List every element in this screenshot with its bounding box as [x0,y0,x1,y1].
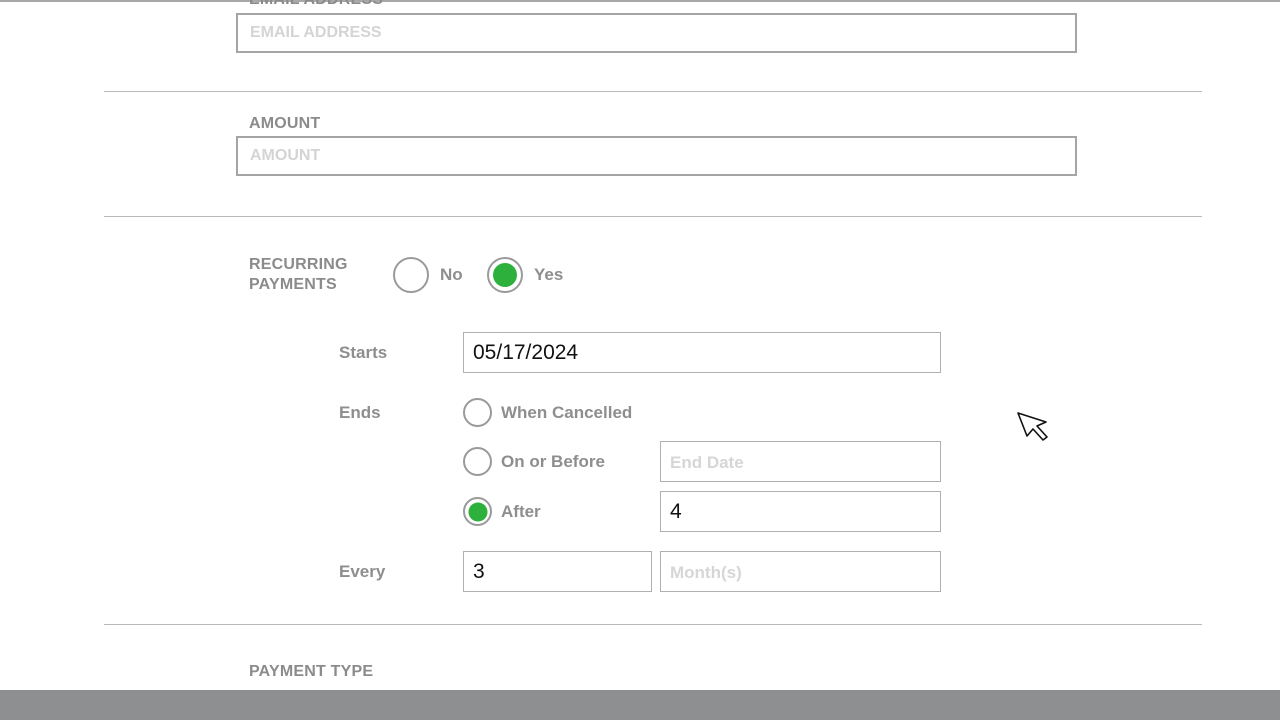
ends-on-or-before-radio[interactable] [463,447,492,476]
every-unit-input[interactable] [660,551,941,592]
starts-date-input[interactable] [463,332,941,373]
ends-after-radio[interactable] [463,497,492,526]
top-edge-line [0,0,1280,2]
recurring-no-radio[interactable] [393,257,429,293]
recurring-label-line2: PAYMENTS [249,276,337,293]
ends-after-count-input[interactable] [660,491,941,532]
every-label: Every [339,562,386,581]
mouse-pointer-icon [1017,412,1048,441]
recurring-label-line1: RECURRING [249,256,348,273]
section-divider [104,216,1202,217]
radio-selected-dot [493,263,517,287]
radio-selected-dot [468,502,487,521]
end-date-input[interactable] [660,441,941,482]
amount-label: AMOUNT [249,115,321,132]
ends-when-cancelled-radio[interactable] [463,398,492,427]
recurring-yes-label: Yes [534,265,564,284]
starts-label: Starts [339,343,388,362]
recurring-yes-radio[interactable] [487,257,523,293]
ends-after-label: After [501,502,541,521]
amount-input[interactable] [236,136,1077,176]
section-divider [104,624,1202,625]
ends-on-or-before-label: On or Before [501,452,605,471]
payment-type-label: PAYMENT TYPE [249,663,374,680]
recurring-no-label: No [440,265,463,284]
ends-when-cancelled-label: When Cancelled [501,403,633,422]
form-viewport: EMAIL ADDRESS AMOUNT RECURRING PAYMENTS … [0,0,1280,720]
section-divider [104,91,1202,92]
email-input[interactable] [236,13,1077,53]
bottom-bar [0,690,1280,720]
ends-label: Ends [339,403,381,422]
email-label: EMAIL ADDRESS [249,0,383,10]
every-interval-input[interactable] [463,551,652,592]
